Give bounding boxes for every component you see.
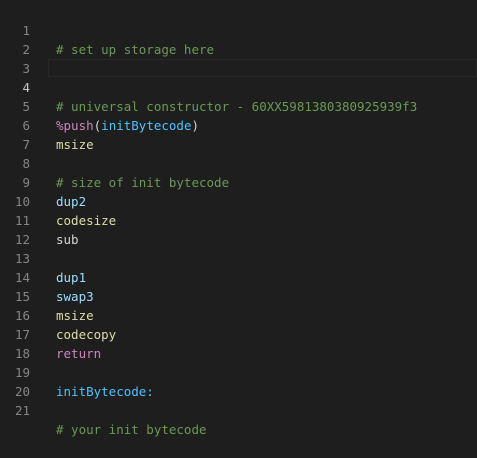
code-editor[interactable]: 1 # set up storage here 2 3 4 # universa… xyxy=(0,0,477,437)
code-line[interactable]: 3 xyxy=(0,40,477,76)
code-line[interactable]: 20 xyxy=(0,363,477,399)
comment: # your init bytecode xyxy=(56,422,207,437)
code-line[interactable]: 5 %push(initBytecode) xyxy=(0,78,477,133)
current-code-line[interactable]: 4 # universal constructor - 60XX59813803… xyxy=(0,59,477,114)
code-line[interactable]: 1 # set up storage here xyxy=(0,2,477,57)
code-line[interactable]: 10 codesize xyxy=(0,173,477,228)
code-line[interactable]: 2 xyxy=(0,21,477,57)
code-line[interactable]: 9 dup2 xyxy=(0,154,477,209)
code-line[interactable]: 12 xyxy=(0,211,477,247)
code-line[interactable]: 7 xyxy=(0,116,477,152)
code-line[interactable]: 16 codecopy xyxy=(0,287,477,342)
code-line[interactable]: 17 return xyxy=(0,306,477,361)
code-line[interactable]: 14 swap3 xyxy=(0,249,477,304)
code-line[interactable]: 18 xyxy=(0,325,477,361)
code-line[interactable]: 8 # size of init bytecode xyxy=(0,135,477,190)
code-line[interactable]: 19 initBytecode: xyxy=(0,344,477,399)
line-number: 21 xyxy=(14,403,30,418)
code-line[interactable]: 11 sub xyxy=(0,192,477,247)
code-line[interactable]: 15 msize xyxy=(0,268,477,323)
code-line[interactable]: 21 # your init bytecode xyxy=(0,382,477,437)
code-line[interactable]: 13 dup1 xyxy=(0,230,477,285)
code-line[interactable]: 6 msize xyxy=(0,97,477,152)
